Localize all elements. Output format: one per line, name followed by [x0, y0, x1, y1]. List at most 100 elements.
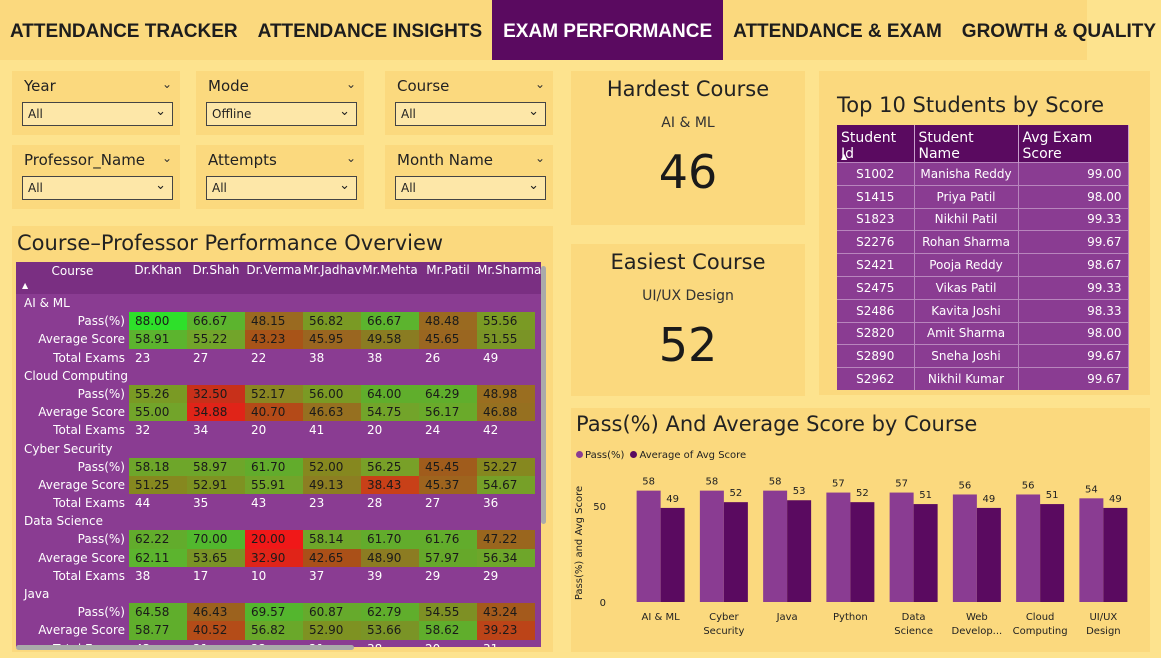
matrix-value-cell[interactable]: 36 [477, 494, 535, 512]
matrix-value-cell[interactable]: 55.22 [187, 330, 245, 349]
matrix-value-cell[interactable]: 38 [361, 349, 419, 367]
table-row[interactable]: S1002 Manisha Reddy 99.00 [837, 162, 1129, 186]
tab-attendance-tracker[interactable]: ATTENDANCE TRACKER [0, 0, 248, 60]
matrix-value-cell[interactable]: 40.52 [187, 621, 245, 640]
matrix-value-cell[interactable]: 51.55 [477, 330, 535, 349]
matrix-value-cell[interactable]: 32 [129, 421, 187, 439]
chart-bar[interactable] [1079, 498, 1104, 602]
matrix-value-cell[interactable]: 27 [419, 494, 477, 512]
matrix-value-cell[interactable]: 64.00 [361, 384, 419, 404]
matrix-value-cell[interactable]: 32.90 [245, 548, 303, 567]
month-dropdown[interactable]: All ⌄ [395, 176, 546, 200]
matrix-value-cell[interactable]: 53.65 [187, 548, 245, 567]
matrix-value-cell[interactable]: 69.57 [245, 603, 303, 622]
matrix-value-cell[interactable]: 49.58 [361, 330, 419, 349]
matrix-value-cell[interactable]: 43.23 [245, 330, 303, 349]
chart-bar[interactable] [889, 492, 914, 602]
matrix-header-course[interactable]: Course [16, 262, 129, 294]
matrix-value-cell[interactable]: 26 [419, 349, 477, 367]
matrix-header-professor[interactable]: Dr.Shah [187, 262, 245, 294]
matrix-course-group-row[interactable]: Cloud Computing [16, 367, 541, 385]
chart-bar[interactable] [913, 504, 938, 602]
course-dropdown[interactable]: All ⌄ [395, 102, 546, 126]
chevron-down-icon[interactable]: ⌄ [535, 151, 545, 165]
matrix-value-cell[interactable]: 46.88 [477, 403, 535, 422]
chart-bar[interactable] [850, 502, 875, 602]
matrix-value-cell[interactable]: 10 [245, 567, 303, 585]
table-row[interactable]: S2962 Nikhil Kumar 99.67 [837, 367, 1129, 391]
matrix-value-cell[interactable]: 31 [477, 640, 535, 647]
chart-bar[interactable] [1103, 507, 1128, 602]
chart-bar[interactable] [660, 507, 685, 602]
matrix-value-cell[interactable]: 45.95 [303, 330, 361, 349]
matrix-value-cell[interactable]: 38 [129, 567, 187, 585]
matrix-course-group-row[interactable]: Java [16, 585, 541, 603]
matrix-value-cell[interactable]: 70.00 [187, 530, 245, 549]
matrix-value-cell[interactable]: 56.25 [361, 457, 419, 476]
matrix-value-cell[interactable]: 41 [303, 421, 361, 439]
matrix-value-cell[interactable]: 49.13 [303, 475, 361, 495]
matrix-value-cell[interactable]: 58.97 [187, 457, 245, 476]
matrix-value-cell[interactable]: 23 [303, 494, 361, 512]
matrix-value-cell[interactable]: 38.43 [361, 475, 419, 495]
chart-bar[interactable] [636, 490, 661, 602]
matrix-value-cell[interactable]: 20.00 [245, 530, 303, 549]
matrix-value-cell[interactable]: 34 [187, 421, 245, 439]
matrix-value-cell[interactable]: 43.24 [477, 603, 535, 622]
chart-bar[interactable] [1040, 504, 1065, 602]
course-professor-matrix[interactable]: Course ▲ Dr.Khan Dr.Shah Dr.Verma Mr.Jad… [16, 262, 541, 647]
chart-bar[interactable] [976, 507, 1001, 602]
matrix-value-cell[interactable]: 48.98 [477, 384, 535, 404]
matrix-value-cell[interactable]: 55.56 [477, 312, 535, 331]
matrix-value-cell[interactable]: 62.79 [361, 603, 419, 622]
matrix-course-group-row[interactable]: Cyber Security [16, 440, 541, 458]
matrix-value-cell[interactable]: 58.18 [129, 457, 187, 476]
legend-item-average[interactable]: Average of Avg Score [630, 450, 746, 461]
matrix-value-cell[interactable]: 52.90 [303, 621, 361, 640]
matrix-value-cell[interactable]: 64.29 [419, 384, 477, 404]
matrix-value-cell[interactable]: 56.17 [419, 403, 477, 422]
matrix-value-cell[interactable]: 54.75 [361, 403, 419, 422]
matrix-value-cell[interactable]: 52.91 [187, 475, 245, 495]
matrix-value-cell[interactable]: 53.66 [361, 621, 419, 640]
matrix-value-cell[interactable]: 58.77 [129, 621, 187, 640]
matrix-header-professor[interactable]: Dr.Verma [245, 262, 303, 294]
matrix-value-cell[interactable]: 62.11 [129, 548, 187, 567]
matrix-value-cell[interactable]: 44 [129, 494, 187, 512]
chart-bar[interactable] [699, 490, 724, 602]
table-row[interactable]: S2276 Rohan Sharma 99.67 [837, 230, 1129, 254]
matrix-value-cell[interactable]: 56.82 [245, 621, 303, 640]
chart-bar[interactable] [826, 492, 851, 602]
matrix-value-cell[interactable]: 57.97 [419, 548, 477, 567]
matrix-value-cell[interactable]: 46.43 [187, 603, 245, 622]
professor-dropdown[interactable]: All ⌄ [22, 176, 173, 200]
matrix-value-cell[interactable]: 28 [361, 494, 419, 512]
matrix-value-cell[interactable]: 56.34 [477, 548, 535, 567]
year-dropdown[interactable]: All ⌄ [22, 102, 173, 126]
matrix-value-cell[interactable]: 58.91 [129, 330, 187, 349]
matrix-value-cell[interactable]: 55.26 [129, 384, 187, 404]
table-row[interactable]: S2820 Amit Sharma 98.00 [837, 321, 1129, 345]
matrix-value-cell[interactable]: 42.65 [303, 548, 361, 567]
legend-item-pass[interactable]: Pass(%) [576, 450, 624, 461]
matrix-value-cell[interactable]: 64.58 [129, 603, 187, 622]
matrix-header-professor[interactable]: Mr.Jadhav [303, 262, 362, 294]
matrix-value-cell[interactable]: 58.62 [419, 621, 477, 640]
matrix-value-cell[interactable]: 45.65 [419, 330, 477, 349]
matrix-value-cell[interactable]: 58.14 [303, 530, 361, 549]
student-name-header[interactable]: Student Name [914, 125, 1019, 163]
matrix-value-cell[interactable]: 88.00 [129, 312, 187, 331]
matrix-value-cell[interactable]: 27 [187, 349, 245, 367]
tab-exam-performance[interactable]: EXAM PERFORMANCE [492, 0, 724, 60]
matrix-value-cell[interactable]: 48.90 [361, 548, 419, 567]
matrix-value-cell[interactable]: 47.22 [477, 530, 535, 549]
chevron-down-icon[interactable]: ⌄ [346, 77, 356, 91]
chart-bar[interactable] [952, 494, 977, 602]
matrix-header-professor[interactable]: Dr.Khan [129, 262, 187, 294]
matrix-value-cell[interactable]: 17 [187, 567, 245, 585]
chevron-down-icon[interactable]: ⌄ [346, 151, 356, 165]
mode-dropdown[interactable]: Offline ⌄ [206, 102, 357, 126]
matrix-value-cell[interactable]: 20 [361, 421, 419, 439]
chart-bar[interactable] [1016, 494, 1041, 602]
matrix-value-cell[interactable]: 55.91 [245, 475, 303, 495]
